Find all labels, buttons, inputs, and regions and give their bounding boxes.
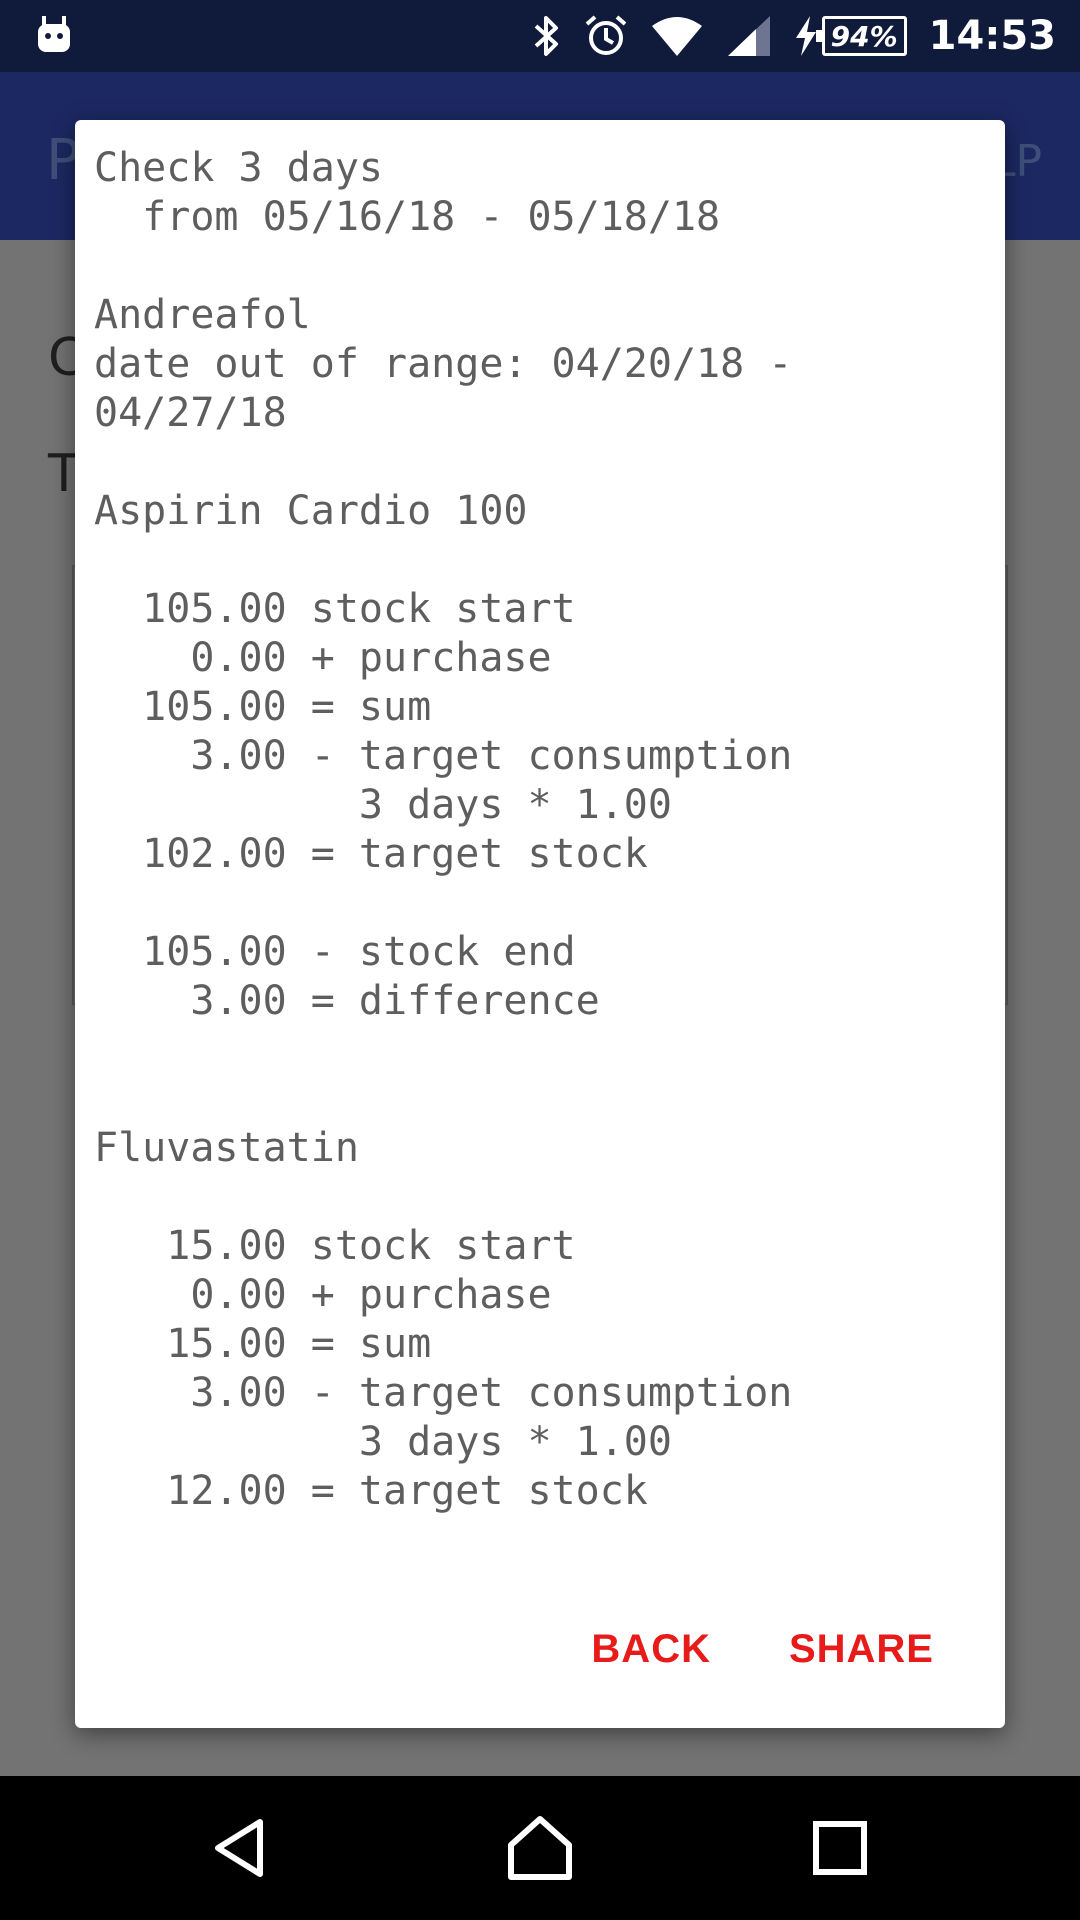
- back-button[interactable]: BACK: [591, 1627, 711, 1672]
- report-line: 0.00 + purchase: [94, 635, 552, 681]
- nav-home-icon[interactable]: [498, 1806, 582, 1890]
- report-line: Fluvastatin: [94, 1125, 359, 1171]
- alarm-icon: [584, 14, 628, 58]
- clock: 14:53: [928, 13, 1056, 59]
- status-icons: 94% 14:53: [532, 0, 1056, 72]
- report-line: 3.00 - target consumption: [94, 1370, 793, 1416]
- status-bar: 94% 14:53: [0, 0, 1080, 72]
- nav-back-icon[interactable]: [198, 1806, 282, 1890]
- report-dialog: Check 3 days from 05/16/18 - 05/18/18 An…: [75, 120, 1005, 1728]
- report-line: 15.00 = sum: [94, 1321, 432, 1367]
- report-line: date out of range: 04/20/18 -: [94, 341, 793, 387]
- report-line: 102.00 = target stock: [94, 831, 648, 877]
- share-button[interactable]: SHARE: [789, 1627, 934, 1672]
- report-line: 12.00 = target stock: [94, 1468, 648, 1514]
- report-line: Andreafol: [94, 292, 311, 338]
- report-line: 105.00 stock start: [94, 586, 576, 632]
- report-line: 15.00 stock start: [94, 1223, 576, 1269]
- report-line: 3 days * 1.00: [94, 782, 672, 828]
- wifi-icon: [650, 14, 704, 58]
- navigation-bar: [0, 1776, 1080, 1920]
- report-line: 105.00 - stock end: [94, 929, 576, 975]
- report-text: Check 3 days from 05/16/18 - 05/18/18 An…: [94, 144, 792, 1516]
- report-line: Check 3 days: [94, 145, 383, 191]
- report-line: 04/27/18: [94, 390, 287, 436]
- report-line: 3.00 - target consumption: [94, 733, 793, 779]
- charging-icon: [794, 14, 818, 58]
- dialog-actions: BACK SHARE: [591, 1627, 934, 1672]
- report-line: from 05/16/18 - 05/18/18: [94, 194, 721, 240]
- battery-percent: 94%: [830, 19, 898, 53]
- nav-recents-icon[interactable]: [798, 1806, 882, 1890]
- bluetooth-icon: [532, 14, 562, 58]
- report-line: 3 days * 1.00: [94, 1419, 672, 1465]
- report-line: 3.00 = difference: [94, 978, 600, 1024]
- android-debug-icon: [34, 14, 74, 56]
- report-line: Aspirin Cardio 100: [94, 488, 528, 534]
- cell-signal-icon: [726, 14, 772, 58]
- battery: 94%: [794, 14, 907, 58]
- report-line: 0.00 + purchase: [94, 1272, 552, 1318]
- report-line: 105.00 = sum: [94, 684, 432, 730]
- battery-icon: 94%: [815, 16, 907, 56]
